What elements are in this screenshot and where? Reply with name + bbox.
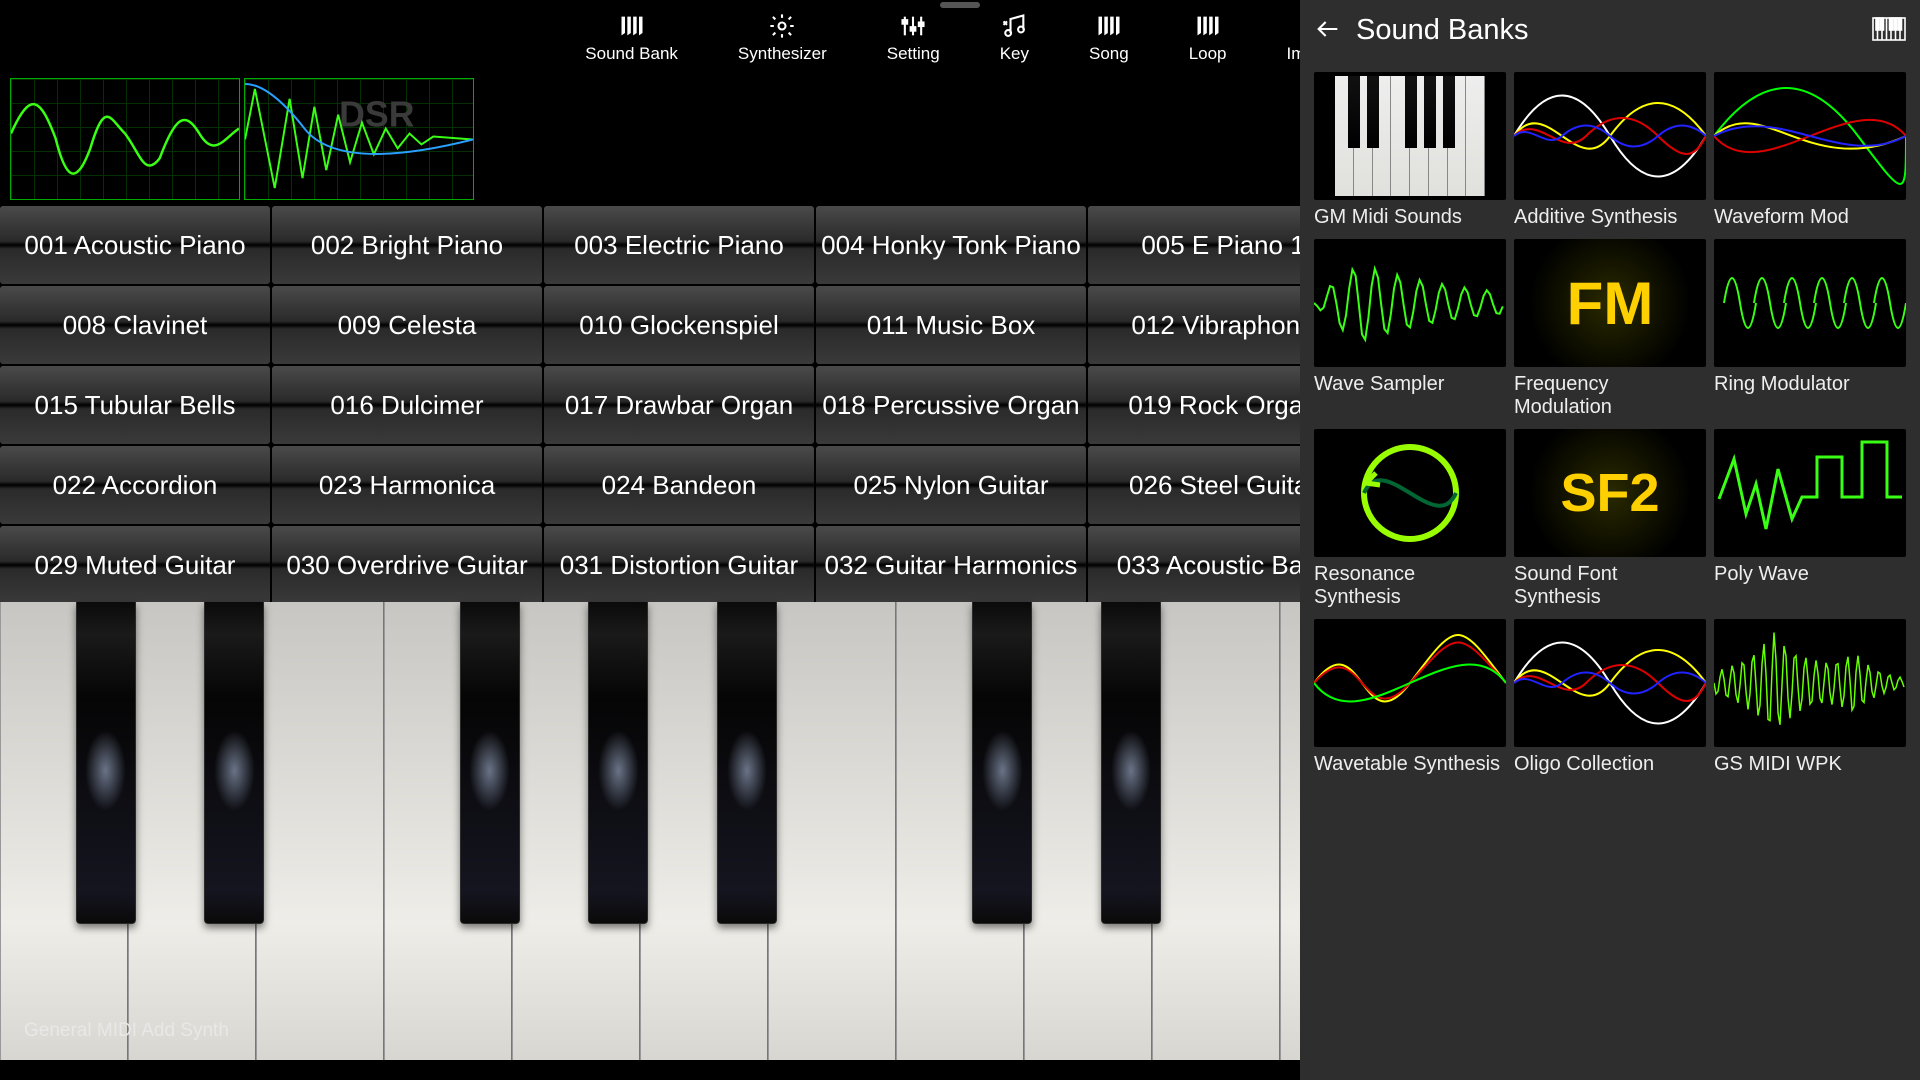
- toolbar-label: Song: [1089, 44, 1129, 64]
- toolbar-song[interactable]: Song: [1089, 12, 1129, 78]
- instrument-cell[interactable]: 002 Bright Piano: [272, 206, 542, 284]
- instrument-cell[interactable]: 003 Electric Piano: [544, 206, 814, 284]
- instrument-cell[interactable]: 001 Acoustic Piano: [0, 206, 270, 284]
- toolbar-label: Key: [1000, 44, 1029, 64]
- sound-bank-item[interactable]: Oligo Collection: [1514, 619, 1706, 776]
- black-key[interactable]: [460, 602, 520, 924]
- adsr-watermark: DSR: [339, 95, 415, 135]
- song-icon: [1095, 12, 1123, 40]
- sound-bank-thumb-poly_wave-icon: [1714, 429, 1906, 557]
- sound-bank-item[interactable]: FM Frequency Modulation: [1514, 239, 1706, 419]
- keyboard-icon[interactable]: [1872, 14, 1906, 47]
- instrument-cell[interactable]: 031 Distortion Guitar: [544, 526, 814, 604]
- instrument-cell[interactable]: 011 Music Box: [816, 286, 1086, 364]
- status-instrument-name: General MIDI Add Synth: [24, 1020, 229, 1042]
- sound-bank-thumb-wavetable-icon: [1314, 619, 1506, 747]
- toolbar-key[interactable]: Key: [1000, 12, 1029, 78]
- toolbar-synthesizer[interactable]: Synthesizer: [738, 12, 827, 78]
- instrument-cell[interactable]: 022 Accordion: [0, 446, 270, 524]
- sound-bank-label: GS MIDI WPK: [1714, 753, 1906, 776]
- back-button[interactable]: [1314, 15, 1342, 46]
- adsr-panel[interactable]: DSR: [244, 78, 474, 200]
- sound-bank-label: Waveform Mod: [1714, 206, 1906, 229]
- window-drag-handle[interactable]: [940, 2, 980, 8]
- sound-bank-label: Oligo Collection: [1514, 753, 1706, 776]
- soundbank-icon: [618, 12, 646, 40]
- sound-bank-item[interactable]: Additive Synthesis: [1514, 72, 1706, 229]
- sound-bank-label: GM Midi Sounds: [1314, 206, 1506, 229]
- instrument-cell[interactable]: 023 Harmonica: [272, 446, 542, 524]
- oscilloscope-panel[interactable]: [10, 78, 240, 200]
- sound-bank-label: Additive Synthesis: [1514, 206, 1706, 229]
- sound-banks-title: Sound Banks: [1356, 14, 1529, 47]
- sound-bank-item[interactable]: GM Midi Sounds: [1314, 72, 1506, 229]
- instrument-cell[interactable]: 029 Muted Guitar: [0, 526, 270, 604]
- synthesizer-icon: [768, 12, 796, 40]
- toolbar-loop[interactable]: Loop: [1189, 12, 1227, 78]
- sound-bank-label: Sound Font Synthesis: [1514, 563, 1706, 609]
- sound-bank-thumb-piano-icon: [1314, 72, 1506, 200]
- instrument-cell[interactable]: 009 Celesta: [272, 286, 542, 364]
- toolbar-label: Synthesizer: [738, 44, 827, 64]
- sound-bank-thumb-wave_sampler-icon: [1314, 239, 1506, 367]
- sound-banks-header: Sound Banks: [1300, 0, 1920, 60]
- sound-bank-item[interactable]: Wave Sampler: [1314, 239, 1506, 419]
- instrument-cell[interactable]: 025 Nylon Guitar: [816, 446, 1086, 524]
- sound-bank-label: Frequency Modulation: [1514, 373, 1706, 419]
- app-root: Sound BankSynthesizerSettingKeySongLoopI…: [0, 0, 1920, 1080]
- instrument-cell[interactable]: 030 Overdrive Guitar: [272, 526, 542, 604]
- sound-bank-item[interactable]: Poly Wave: [1714, 429, 1906, 609]
- instrument-cell[interactable]: 018 Percussive Organ: [816, 366, 1086, 444]
- instrument-cell[interactable]: 004 Honky Tonk Piano: [816, 206, 1086, 284]
- toolbar-label: Setting: [887, 44, 940, 64]
- sound-bank-item[interactable]: GS MIDI WPK: [1714, 619, 1906, 776]
- sound-bank-item[interactable]: Resonance Synthesis: [1314, 429, 1506, 609]
- black-key[interactable]: [204, 602, 264, 924]
- sound-bank-item[interactable]: Ring Modulator: [1714, 239, 1906, 419]
- sound-bank-item[interactable]: Waveform Mod: [1714, 72, 1906, 229]
- instrument-cell[interactable]: 010 Glockenspiel: [544, 286, 814, 364]
- toolbar-label: Loop: [1189, 44, 1227, 64]
- sound-bank-thumb-additive-icon: [1514, 72, 1706, 200]
- sound-bank-label: Wavetable Synthesis: [1314, 753, 1506, 776]
- instrument-cell[interactable]: 016 Dulcimer: [272, 366, 542, 444]
- instrument-cell[interactable]: 032 Guitar Harmonics: [816, 526, 1086, 604]
- toolbar-soundbank[interactable]: Sound Bank: [585, 12, 678, 78]
- sound-bank-thumb-resonance-icon: [1314, 429, 1506, 557]
- sound-bank-thumb-fm-icon: FM: [1514, 239, 1706, 367]
- black-key[interactable]: [1101, 602, 1161, 924]
- instrument-cell[interactable]: 008 Clavinet: [0, 286, 270, 364]
- sound-bank-item[interactable]: SF2 Sound Font Synthesis: [1514, 429, 1706, 609]
- loop-icon: [1194, 12, 1222, 40]
- instrument-cell[interactable]: 024 Bandeon: [544, 446, 814, 524]
- sound-bank-thumb-ring_mod-icon: [1714, 239, 1906, 367]
- sound-bank-label: Resonance Synthesis: [1314, 563, 1506, 609]
- setting-icon: [899, 12, 927, 40]
- key-icon: [1000, 12, 1028, 40]
- black-key[interactable]: [76, 602, 136, 924]
- black-key[interactable]: [717, 602, 777, 924]
- black-key[interactable]: [972, 602, 1032, 924]
- instrument-cell[interactable]: 017 Drawbar Organ: [544, 366, 814, 444]
- sound-bank-thumb-gs_midi-icon: [1714, 619, 1906, 747]
- waveform-panels: DSR: [10, 78, 474, 200]
- sound-bank-label: Poly Wave: [1714, 563, 1906, 586]
- toolbar-label: Sound Bank: [585, 44, 678, 64]
- black-key[interactable]: [588, 602, 648, 924]
- sound-bank-item[interactable]: Wavetable Synthesis: [1314, 619, 1506, 776]
- toolbar-setting[interactable]: Setting: [887, 12, 940, 78]
- sound-bank-thumb-waveform_mod-icon: [1714, 72, 1906, 200]
- sound-bank-label: Wave Sampler: [1314, 373, 1506, 396]
- sound-banks-panel: Sound Banks GM Midi Sounds Additive Synth…: [1300, 0, 1920, 1080]
- instrument-cell[interactable]: 015 Tubular Bells: [0, 366, 270, 444]
- sound-bank-thumb-sf2-icon: SF2: [1514, 429, 1706, 557]
- sound-bank-label: Ring Modulator: [1714, 373, 1906, 396]
- sound-bank-thumb-oligo-icon: [1514, 619, 1706, 747]
